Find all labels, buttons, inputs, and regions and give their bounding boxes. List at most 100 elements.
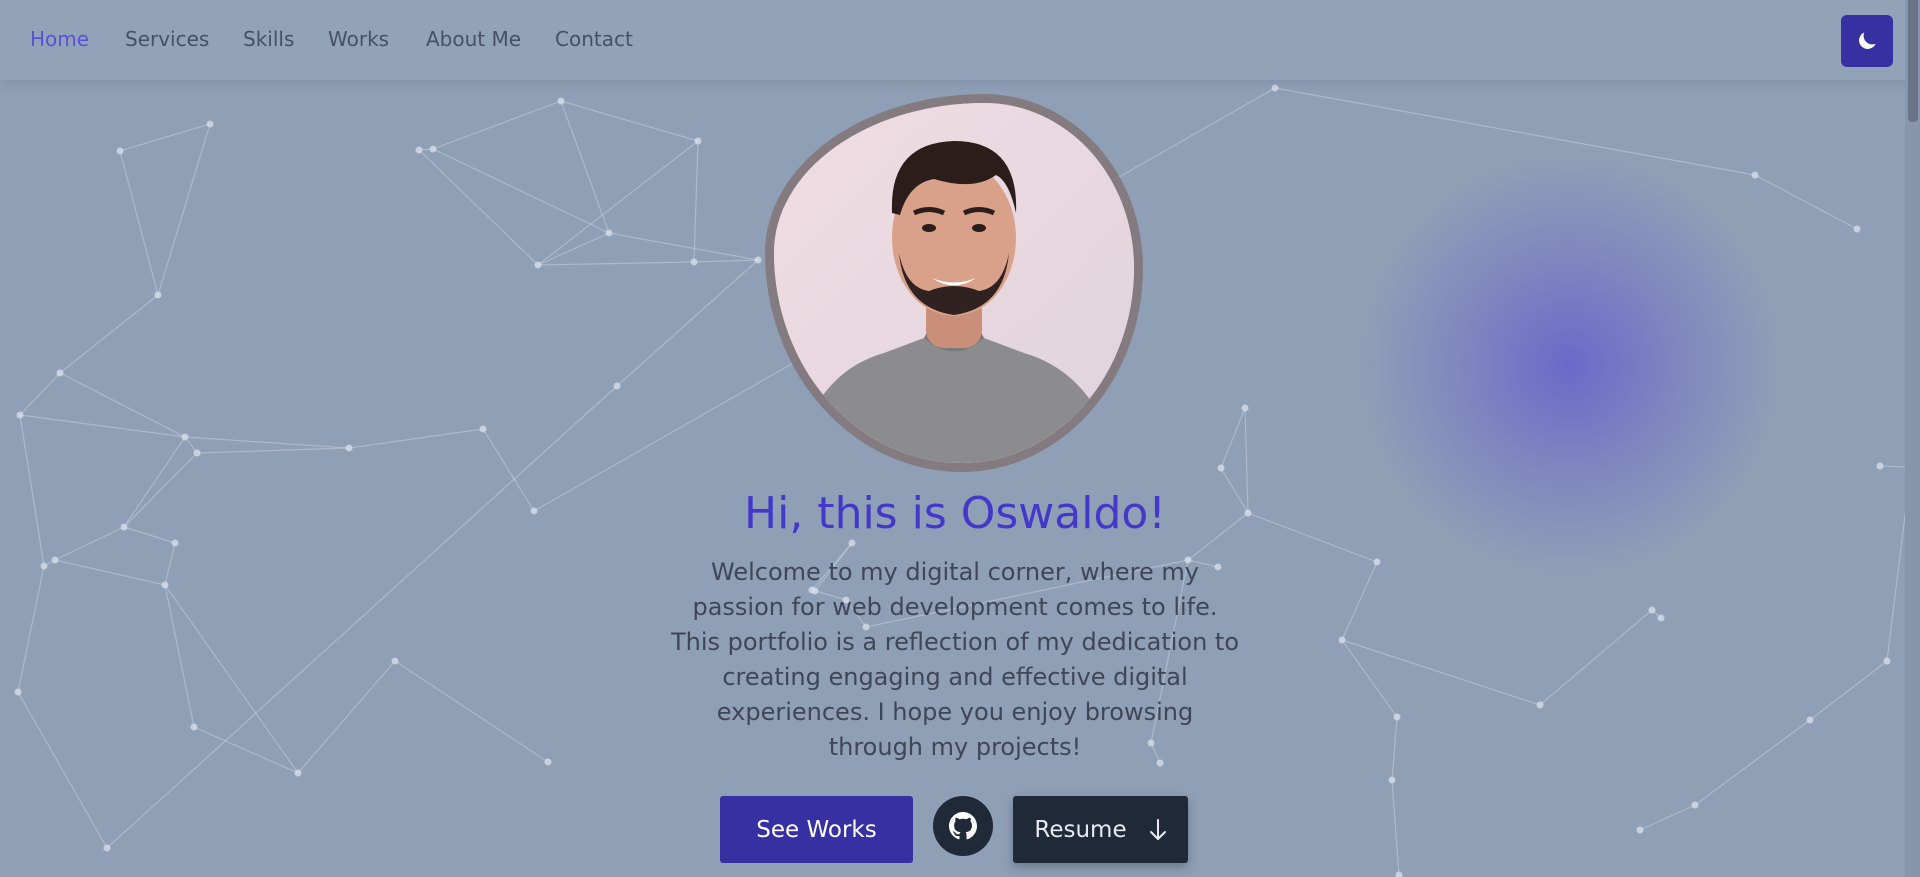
network-node xyxy=(1395,871,1403,877)
hero-greeting: Hi, this is Oswaldo! xyxy=(744,488,1166,539)
network-node xyxy=(1636,826,1644,834)
network-node xyxy=(754,256,762,264)
network-line xyxy=(184,436,350,449)
arrow-down-icon xyxy=(1149,818,1166,840)
network-line xyxy=(1341,561,1378,641)
network-node xyxy=(1751,171,1759,179)
network-line xyxy=(17,691,108,849)
network-line xyxy=(1341,639,1398,718)
network-node xyxy=(479,425,487,433)
network-line xyxy=(1391,716,1398,781)
network-line xyxy=(119,150,159,296)
network-node xyxy=(171,539,179,547)
network-node xyxy=(14,688,22,696)
network-line xyxy=(164,584,299,774)
network-line xyxy=(1694,719,1811,806)
nav-contact[interactable]: Contact xyxy=(555,27,633,51)
network-node xyxy=(1241,404,1249,412)
nav-home[interactable]: Home xyxy=(30,27,89,51)
network-line xyxy=(19,414,45,567)
network-line xyxy=(1539,609,1653,706)
nav-works[interactable]: Works xyxy=(328,27,389,51)
network-line xyxy=(17,565,45,693)
network-line xyxy=(123,526,176,544)
network-line xyxy=(537,261,695,266)
network-line xyxy=(157,123,211,296)
network-node xyxy=(56,369,64,377)
network-node xyxy=(1691,801,1699,809)
see-works-button[interactable]: See Works xyxy=(720,796,913,863)
nav-about-me[interactable]: About Me xyxy=(426,27,521,51)
network-node xyxy=(181,433,189,441)
scrollbar-thumb[interactable] xyxy=(1908,0,1918,122)
network-line xyxy=(1754,174,1858,230)
network-node xyxy=(51,556,59,564)
purple-glow xyxy=(1360,155,1780,575)
network-node xyxy=(161,581,169,589)
network-node xyxy=(530,507,538,515)
network-node xyxy=(694,137,702,145)
network-node xyxy=(415,146,423,154)
network-line xyxy=(1341,639,1541,706)
network-line xyxy=(19,372,61,416)
network-node xyxy=(193,449,201,457)
network-line xyxy=(537,140,699,266)
network-node xyxy=(1393,713,1401,721)
network-node xyxy=(190,723,198,731)
network-line xyxy=(432,100,562,150)
nav-services[interactable]: Services xyxy=(125,27,209,51)
network-node xyxy=(154,291,162,299)
network-line xyxy=(482,428,535,512)
network-node xyxy=(1648,606,1656,614)
network-line xyxy=(54,559,166,586)
network-node xyxy=(1338,636,1346,644)
network-node xyxy=(1217,464,1225,472)
network-line xyxy=(608,232,759,261)
network-node xyxy=(1388,776,1396,784)
network-node xyxy=(1806,716,1814,724)
network-line xyxy=(59,294,159,374)
network-line xyxy=(119,123,211,152)
person-illustration xyxy=(774,103,1134,463)
navbar: Home Services Skills Works About Me Cont… xyxy=(0,0,1920,80)
network-line xyxy=(59,372,186,438)
network-node xyxy=(557,97,565,105)
network-line xyxy=(1391,779,1400,876)
network-line xyxy=(54,526,125,561)
network-node xyxy=(848,539,856,547)
network-node xyxy=(345,444,353,452)
network-line xyxy=(1809,660,1888,721)
network-line xyxy=(418,149,539,266)
network-line xyxy=(123,436,186,528)
resume-button[interactable]: Resume xyxy=(1013,796,1188,863)
network-node xyxy=(391,657,399,665)
github-icon xyxy=(949,812,977,840)
network-line xyxy=(297,660,396,774)
network-node xyxy=(544,758,552,766)
network-node xyxy=(613,382,621,390)
network-node xyxy=(16,411,24,419)
network-node xyxy=(1536,701,1544,709)
theme-toggle-button[interactable] xyxy=(1841,15,1893,67)
network-node xyxy=(1883,657,1891,665)
network-line xyxy=(693,259,759,263)
nav-skills[interactable]: Skills xyxy=(243,27,294,51)
hero-intro: Welcome to my digital corner, where my p… xyxy=(670,558,1240,761)
network-node xyxy=(690,258,698,266)
network-node xyxy=(294,769,302,777)
network-node xyxy=(1271,84,1279,92)
network-line xyxy=(1220,407,1246,469)
network-line xyxy=(19,414,186,438)
network-line xyxy=(348,428,484,449)
network-line xyxy=(1639,804,1696,831)
network-line xyxy=(196,447,350,454)
network-node xyxy=(429,145,437,153)
network-node xyxy=(120,523,128,531)
network-line xyxy=(164,542,176,586)
network-node xyxy=(605,229,613,237)
github-button[interactable] xyxy=(933,796,993,856)
network-node xyxy=(1853,225,1861,233)
network-line xyxy=(693,140,699,263)
scrollbar-track[interactable] xyxy=(1905,0,1920,877)
network-line xyxy=(123,452,198,528)
